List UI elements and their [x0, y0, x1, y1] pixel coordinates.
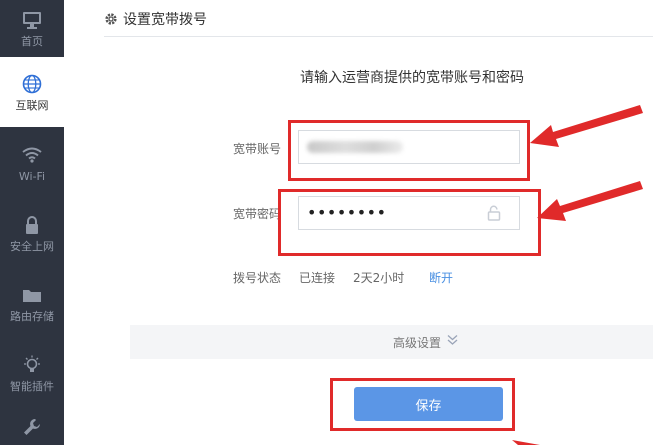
annotation-arrow — [512, 440, 540, 445]
annotation-arrow — [537, 181, 643, 221]
annotation-arrow — [530, 105, 643, 147]
annotation-arrows — [512, 105, 643, 445]
